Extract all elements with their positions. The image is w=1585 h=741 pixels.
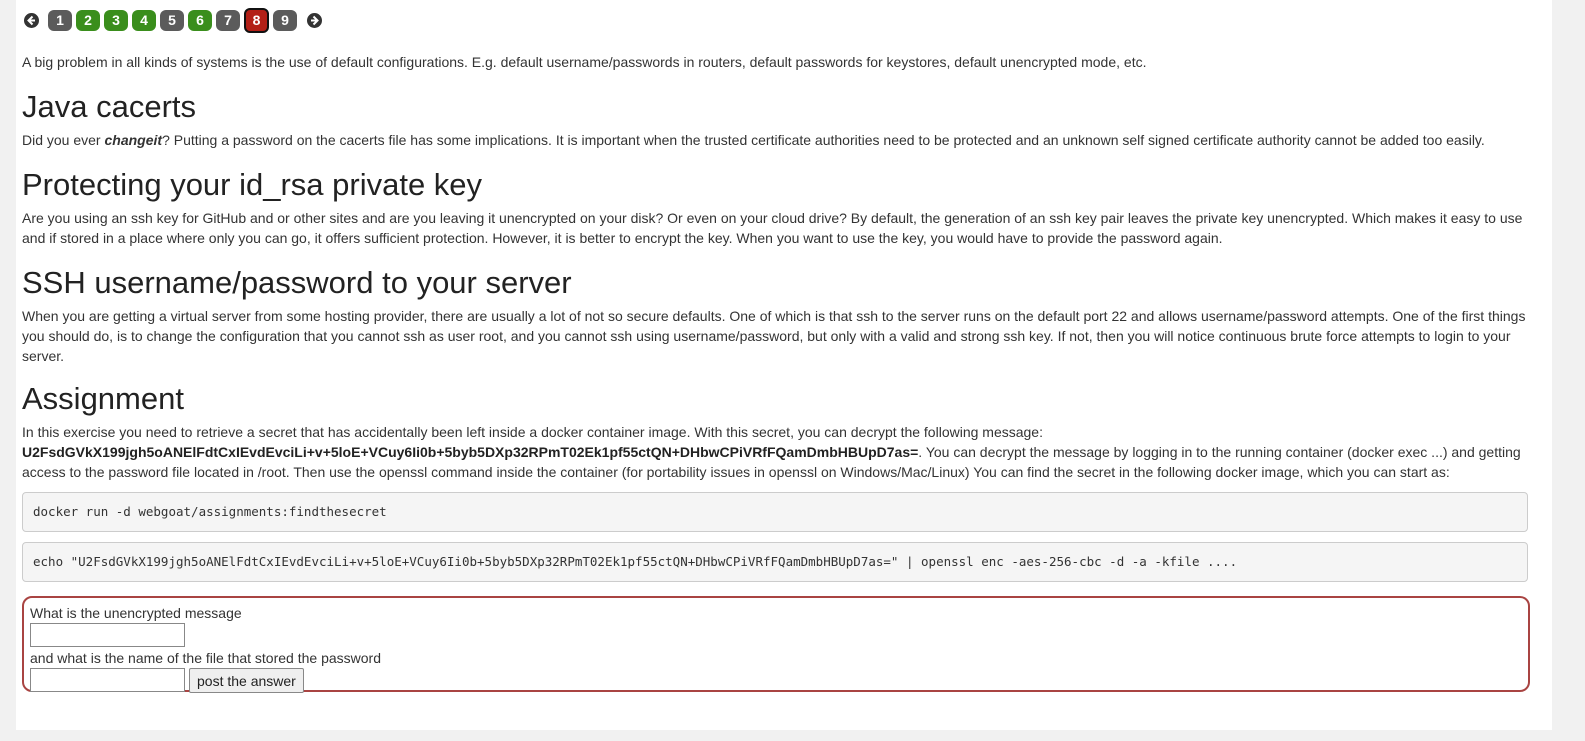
heading-id-rsa: Protecting your id_rsa private key [22, 167, 483, 202]
java-text-before: Did you ever [22, 132, 105, 148]
id-rsa-paragraph: Are you using an ssh key for GitHub and … [22, 210, 1523, 246]
file-input[interactable] [30, 668, 185, 692]
page-button-5[interactable]: 5 [160, 9, 184, 31]
page-button-2[interactable]: 2 [76, 9, 100, 31]
lesson-pagination: 1 2 3 4 5 6 7 8 9 [24, 7, 322, 33]
changeit-emphasis: changeit [104, 132, 163, 148]
openssl-code-block: echo "U2FsdGVkX199jgh5oANElFdtCxIEvdEvci… [22, 542, 1528, 582]
next-page-button[interactable] [307, 12, 322, 28]
page-button-7[interactable]: 7 [216, 9, 240, 31]
lesson-content: A big problem in all kinds of systems is… [22, 50, 1530, 694]
page-button-6[interactable]: 6 [188, 9, 212, 31]
heading-ssh-server: SSH username/password to your server [22, 265, 572, 300]
docker-run-code-block: docker run -d webgoat/assignments:findth… [22, 492, 1528, 532]
post-answer-button[interactable]: post the answer [189, 668, 304, 693]
message-label: What is the unencrypted message [30, 605, 242, 621]
assignment-text-before: In this exercise you need to retrieve a … [22, 424, 1043, 440]
previous-page-button[interactable] [24, 12, 39, 28]
arrow-left-circle-icon [27, 15, 35, 25]
page-button-9[interactable]: 9 [273, 9, 297, 31]
heading-java-cacerts: Java cacerts [22, 89, 197, 124]
file-label: and what is the name of the file that st… [30, 650, 381, 666]
heading-assignment: Assignment [22, 381, 184, 416]
page-button-3[interactable]: 3 [104, 9, 128, 31]
ssh-server-paragraph: When you are getting a virtual server fr… [22, 308, 1526, 364]
lesson-page: 1 2 3 4 5 6 7 8 9 A big problem in all k… [16, 0, 1552, 730]
assignment-paragraph: In this exercise you need to retrieve a … [22, 422, 1528, 482]
page-button-8[interactable]: 8 [244, 7, 269, 33]
java-cacerts-paragraph: Did you ever changeit? Putting a passwor… [22, 130, 1528, 150]
arrow-right-circle-icon [311, 15, 319, 25]
encrypted-message: U2FsdGVkX199jgh5oANElFdtCxIEvdEvciLi+v+5… [22, 444, 919, 460]
intro-paragraph: A big problem in all kinds of systems is… [22, 54, 1147, 70]
page-button-1[interactable]: 1 [48, 9, 72, 31]
assignment-form: What is the unencrypted message and what… [22, 596, 1530, 694]
java-text-after: ? Putting a password on the cacerts file… [162, 132, 1485, 148]
message-input[interactable] [30, 623, 185, 647]
file-row: post the answer [30, 667, 1522, 694]
page-button-4[interactable]: 4 [132, 9, 156, 31]
